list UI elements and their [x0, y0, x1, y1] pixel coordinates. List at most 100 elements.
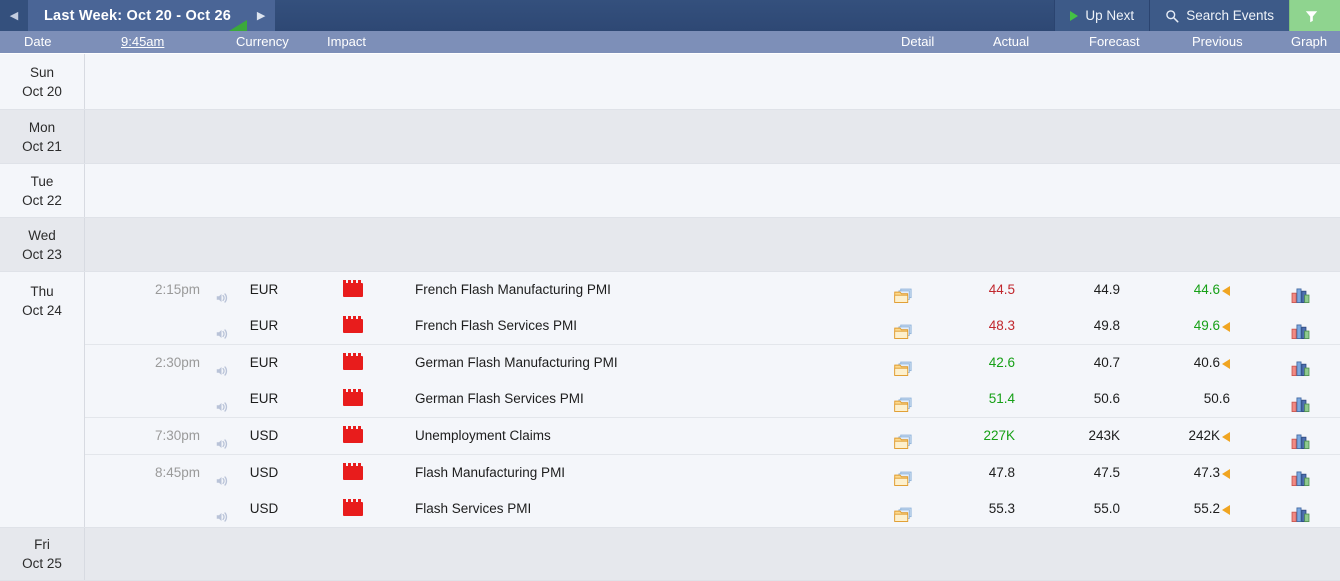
revision-arrow-icon[interactable] [1222, 432, 1230, 442]
chevron-left-icon: ◀ [9, 10, 19, 22]
date-range-title[interactable]: Last Week: Oct 20 - Oct 26 [28, 0, 248, 31]
calendar-event-row[interactable]: EUR German Flash Services PMI 51.4 50.6 50.6 [85, 381, 1340, 417]
revision-arrow-icon[interactable] [1222, 286, 1230, 296]
event-title[interactable]: French Flash Services PMI [415, 308, 577, 344]
up-next-button[interactable]: Up Next [1054, 0, 1150, 31]
event-previous-value: 50.6 [1203, 391, 1230, 406]
today-marker-icon [229, 20, 248, 31]
detail-folder-icon[interactable] [885, 308, 921, 344]
event-time: 2:30pm [154, 355, 200, 370]
event-actual-value: 227K [983, 428, 1015, 443]
filter-button[interactable] [1289, 0, 1340, 31]
high-impact-icon[interactable] [335, 308, 371, 344]
day-group: Tue Oct 22 [0, 164, 1340, 218]
detail-folder-icon[interactable] [885, 345, 921, 381]
date-label: Oct 23 [22, 246, 62, 262]
high-impact-icon[interactable] [335, 418, 371, 454]
column-header-time[interactable]: 9:45am [121, 31, 164, 53]
graph-icon[interactable] [1280, 272, 1320, 308]
speaker-icon[interactable] [212, 418, 232, 454]
date-cell: Tue Oct 22 [0, 164, 85, 217]
previous-week-button[interactable]: ◀ [0, 0, 28, 31]
column-header-graph: Graph [1291, 34, 1328, 49]
event-title[interactable]: Unemployment Claims [415, 418, 551, 454]
graph-icon[interactable] [1280, 418, 1320, 454]
event-actual-value: 48.3 [988, 318, 1015, 333]
graph-icon[interactable] [1280, 455, 1320, 491]
event-previous-cell: 44.6 [1155, 272, 1230, 308]
event-previous-cell: 49.6 [1155, 308, 1230, 344]
search-events-button[interactable]: Search Events [1149, 0, 1289, 31]
event-time [105, 491, 200, 527]
calendar-event-row[interactable]: EUR French Flash Services PMI 48.3 49.8 49.6 [85, 308, 1340, 344]
calendar-event-row[interactable]: 7:30pm USD Unemployment Claims 227K 243K 242K [85, 417, 1340, 454]
event-title[interactable]: Flash Services PMI [415, 491, 531, 527]
graph-icon[interactable] [1280, 381, 1320, 417]
high-impact-icon[interactable] [335, 345, 371, 381]
revision-arrow-icon[interactable] [1222, 469, 1230, 479]
speaker-icon[interactable] [212, 345, 232, 381]
column-header-currency: Currency [236, 34, 289, 49]
high-impact-icon[interactable] [335, 455, 371, 491]
weekday-label: Wed [28, 227, 56, 243]
event-previous-cell: 47.3 [1155, 455, 1230, 491]
event-currency: EUR [249, 355, 279, 370]
next-week-button[interactable]: ▶ [247, 0, 276, 31]
detail-folder-icon[interactable] [885, 418, 921, 454]
event-rows: 2:15pm EUR French Flash Manufacturing PMI 4… [85, 272, 1340, 527]
event-forecast-value: 49.8 [1093, 318, 1120, 333]
event-currency: EUR [249, 391, 279, 406]
graph-icon[interactable] [1280, 345, 1320, 381]
calendar-event-row[interactable]: 2:15pm EUR French Flash Manufacturing PMI 4… [85, 272, 1340, 308]
speaker-icon[interactable] [212, 308, 232, 344]
date-cell: Sun Oct 20 [0, 54, 85, 109]
high-impact-icon[interactable] [335, 491, 371, 527]
event-previous-value: 49.6 [1193, 318, 1220, 333]
detail-folder-icon[interactable] [885, 272, 921, 308]
calendar-event-row[interactable]: USD Flash Services PMI 55.3 55.0 55.2 [85, 491, 1340, 527]
event-rows [85, 54, 1340, 109]
event-actual-value: 47.8 [988, 465, 1015, 480]
high-impact-icon[interactable] [335, 381, 371, 417]
speaker-icon[interactable] [212, 381, 232, 417]
event-forecast-value: 40.7 [1093, 355, 1120, 370]
event-actual-value: 55.3 [988, 501, 1015, 516]
event-title[interactable]: German Flash Manufacturing PMI [415, 345, 618, 381]
speaker-icon[interactable] [212, 491, 232, 527]
revision-arrow-icon[interactable] [1222, 322, 1230, 332]
calendar-event-row[interactable]: 2:30pm EUR German Flash Manufacturing PMI 4… [85, 344, 1340, 381]
graph-icon[interactable] [1280, 491, 1320, 527]
event-previous-cell: 50.6 [1155, 381, 1230, 417]
event-previous-value: 242K [1188, 428, 1220, 443]
event-forecast-value: 44.9 [1093, 282, 1120, 297]
event-forecast-value: 47.5 [1093, 465, 1120, 480]
speaker-icon[interactable] [212, 272, 232, 308]
day-group: Fri Oct 25 [0, 528, 1340, 581]
revision-arrow-icon[interactable] [1222, 505, 1230, 515]
event-time [105, 308, 200, 344]
detail-folder-icon[interactable] [885, 381, 921, 417]
high-impact-icon[interactable] [335, 272, 371, 308]
calendar-event-row[interactable]: 8:45pm USD Flash Manufacturing PMI 47.8 47.5… [85, 454, 1340, 491]
event-currency: EUR [249, 282, 279, 297]
calendar-table: Sun Oct 20 Mon Oct 21 Tue Oct 22 Wed Oct 23 Thu O… [0, 54, 1340, 581]
graph-icon[interactable] [1280, 308, 1320, 344]
detail-folder-icon[interactable] [885, 491, 921, 527]
column-header-detail: Detail [901, 34, 935, 49]
event-currency: USD [249, 501, 279, 516]
event-rows [85, 218, 1340, 271]
date-label: Oct 22 [22, 192, 62, 208]
detail-folder-icon[interactable] [885, 455, 921, 491]
speaker-icon[interactable] [212, 455, 232, 491]
event-currency: USD [249, 428, 279, 443]
weekday-label: Tue [30, 173, 54, 189]
event-title[interactable]: French Flash Manufacturing PMI [415, 272, 611, 308]
column-header-forecast: Forecast [1089, 34, 1140, 49]
event-title[interactable]: German Flash Services PMI [415, 381, 584, 417]
weekday-label: Thu [30, 284, 54, 299]
revision-arrow-icon[interactable] [1222, 359, 1230, 369]
date-cell: Wed Oct 23 [0, 218, 85, 271]
event-title[interactable]: Flash Manufacturing PMI [415, 455, 565, 491]
weekday-label: Fri [34, 537, 50, 552]
